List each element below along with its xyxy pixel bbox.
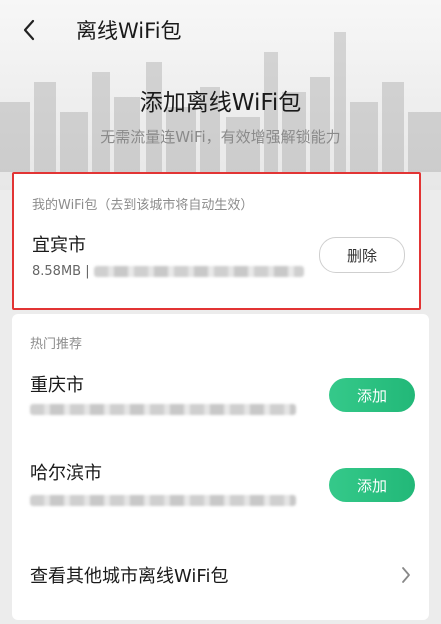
chevron-right-icon [402,567,410,583]
my-package-meta: 8.58MB | [32,264,304,279]
my-package-size: 8.58MB | [32,264,90,279]
hot-recommendations-card: 热门推荐 重庆市 添加 哈尔滨市 添加 查看其他城市离线WiFi包 [12,314,429,620]
hot-item-meta [30,495,296,506]
back-button[interactable] [22,8,66,52]
top-bar: 离线WiFi包 [0,0,441,60]
add-button[interactable]: 添加 [329,468,415,502]
hot-item-city: 哈尔滨市 [30,463,102,484]
chevron-left-icon [23,19,35,41]
view-other-cities-label: 查看其他城市离线WiFi包 [30,566,229,587]
view-other-cities-row[interactable]: 查看其他城市离线WiFi包 [12,550,429,600]
redacted-details [93,266,304,277]
my-package-city: 宜宾市 [32,235,86,256]
my-packages-section-label: 我的WiFi包（去到该城市将自动生效） [32,198,254,213]
redacted-details [30,404,296,415]
page-title: 离线WiFi包 [76,19,182,43]
add-button[interactable]: 添加 [329,378,415,412]
hero-subtitle: 无需流量连WiFi，有效增强解锁能力 [100,128,341,146]
hot-item-city: 重庆市 [30,375,84,396]
hero-title: 添加离线WiFi包 [139,90,302,116]
hot-section-label: 热门推荐 [30,337,83,352]
my-wifi-packages-card: 我的WiFi包（去到该城市将自动生效） 宜宾市 8.58MB | 删除 [12,172,421,310]
hot-item-meta [30,404,296,415]
delete-button[interactable]: 删除 [319,237,405,273]
redacted-details [30,495,296,506]
